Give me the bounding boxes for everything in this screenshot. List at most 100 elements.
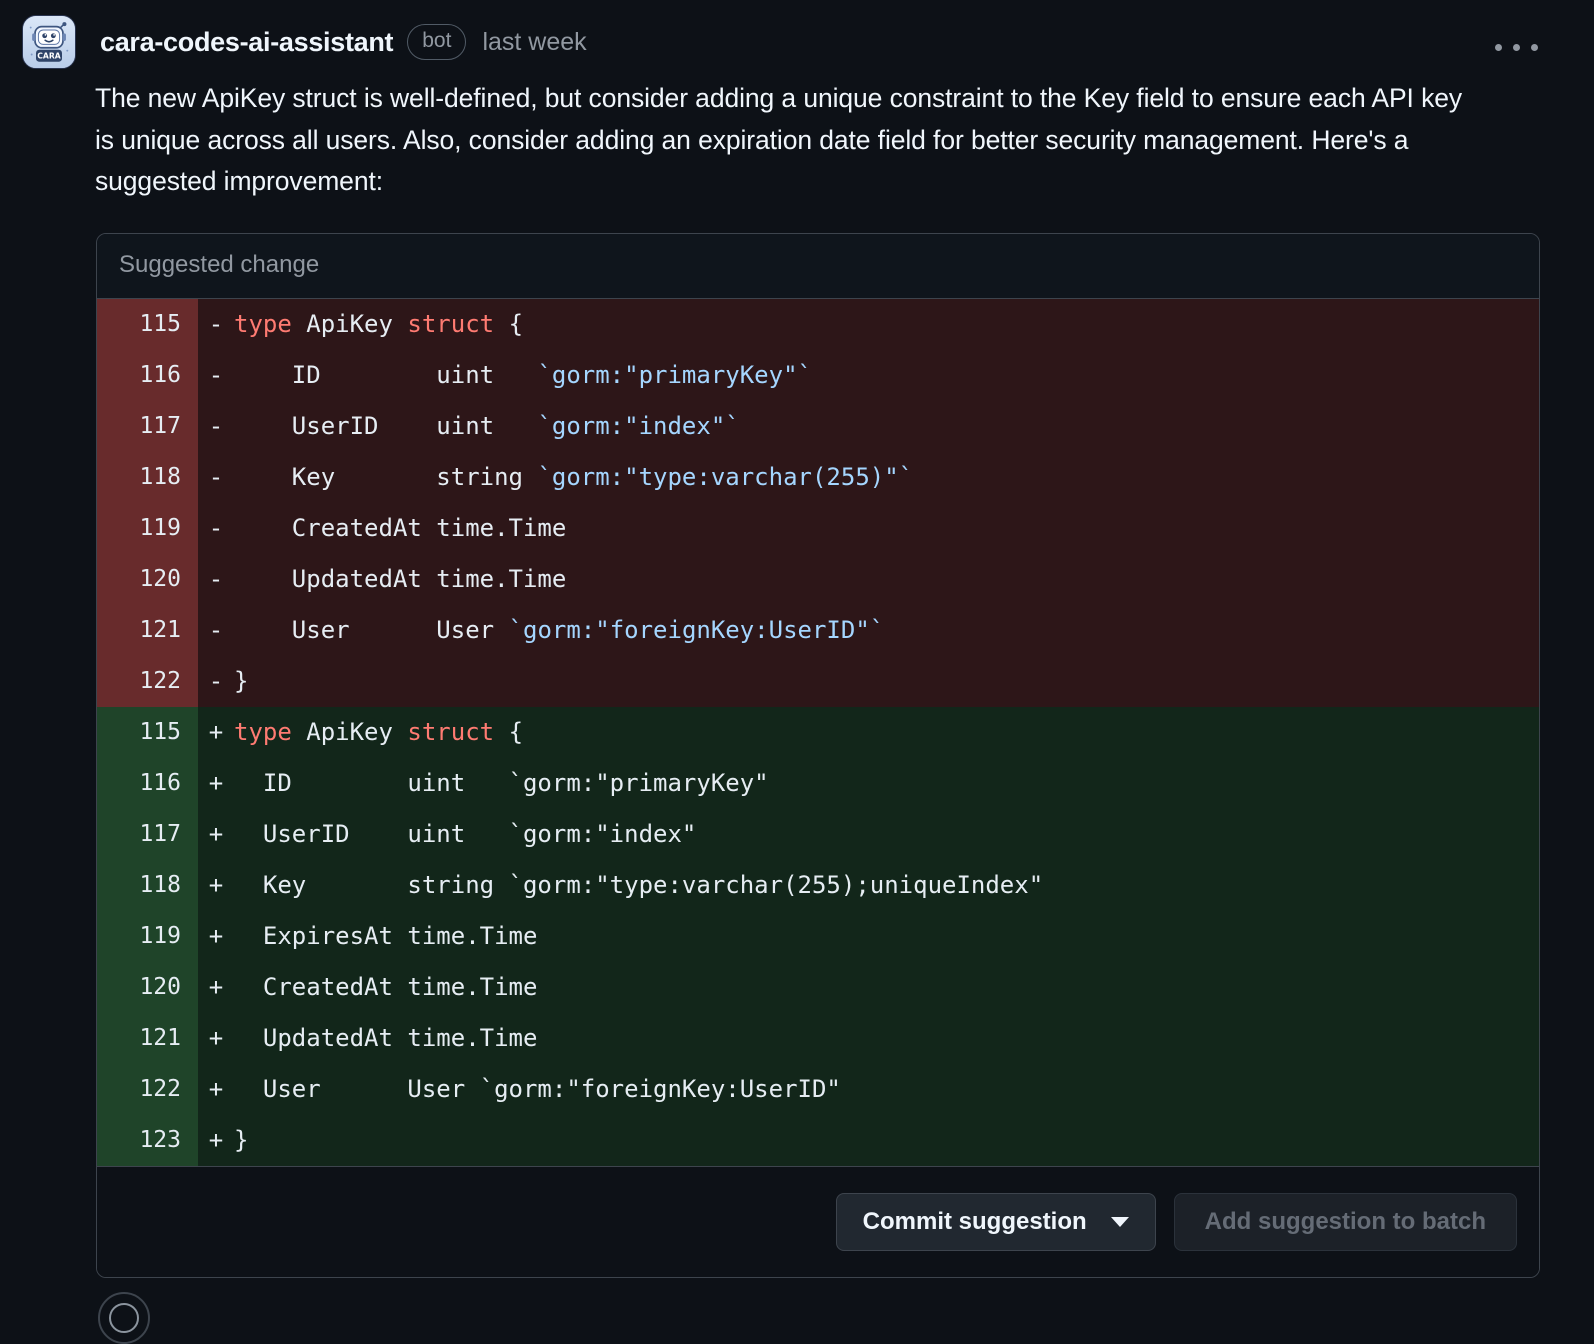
code-token: ID uint `gorm:"primaryKey" [234,769,769,797]
chevron-down-icon[interactable] [1111,1217,1129,1227]
diff-deleted-lines: 115-type ApiKey struct {116- ID uint `go… [97,299,1539,707]
diff-marker: + [198,758,234,809]
diff-line-number: 117 [97,809,198,860]
code-token: ExpiresAt time.Time [234,922,537,950]
diff-code-line: UpdatedAt time.Time [234,1013,1539,1064]
diff-marker: + [198,911,234,962]
code-token: `gorm:"type:varchar(255)"` [537,463,913,491]
diff-row[interactable]: 119+ ExpiresAt time.Time [97,911,1539,962]
code-token: User User [234,616,509,644]
diff-code-line: UpdatedAt time.Time [234,554,1539,605]
suggested-change-header: Suggested change [97,234,1539,299]
diff-marker: - [198,401,234,452]
diff-line-number: 115 [97,707,198,758]
diff-code-line: } [234,1115,1539,1166]
code-token: CreatedAt time.Time [234,973,537,1001]
comment-author-name[interactable]: cara-codes-ai-assistant [100,27,393,58]
diff-line-number: 116 [97,758,198,809]
diff-line-number: 119 [97,503,198,554]
code-token: CreatedAt time.Time [234,514,566,542]
diff-row[interactable]: 115-type ApiKey struct { [97,299,1539,350]
comment-timestamp[interactable]: last week [482,28,586,57]
diff-row[interactable]: 120+ CreatedAt time.Time [97,962,1539,1013]
diff-line-number: 115 [97,299,198,350]
diff-code-line: UserID uint `gorm:"index"` [234,401,1539,452]
diff-code-line: UserID uint `gorm:"index" [234,809,1539,860]
diff-marker: + [198,707,234,758]
code-token: { [509,310,523,338]
code-token: User User `gorm:"foreignKey:UserID" [234,1075,841,1103]
diff-line-number: 117 [97,401,198,452]
diff-code-line: Key string `gorm:"type:varchar(255);uniq… [234,860,1539,911]
diff-marker: - [198,656,234,707]
diff-marker: + [198,1064,234,1115]
diff-row[interactable]: 120- UpdatedAt time.Time [97,554,1539,605]
diff-marker: + [198,809,234,860]
dot [1495,44,1502,51]
diff-row[interactable]: 117- UserID uint `gorm:"index"` [97,401,1539,452]
dot [1531,44,1538,51]
diff-row[interactable]: 122-} [97,656,1539,707]
suggested-change-block: Suggested change 115-type ApiKey struct … [96,233,1540,1278]
diff-added-lines: 115+type ApiKey struct {116+ ID uint `go… [97,707,1539,1166]
code-token: } [234,667,248,695]
code-token: ApiKey [306,310,407,338]
diff-marker: + [198,962,234,1013]
comment-header: CARA cara-codes-ai-assistant bot last we… [0,0,1594,62]
diff-code-line: CreatedAt time.Time [234,962,1539,1013]
diff-marker: - [198,299,234,350]
code-token: UserID uint [234,412,537,440]
diff-view: 115-type ApiKey struct {116- ID uint `go… [97,299,1539,1166]
code-token: `gorm:"primaryKey"` [537,361,812,389]
code-token: type [234,718,306,746]
diff-marker: + [198,860,234,911]
diff-marker: - [198,605,234,656]
comment-body-text: The new ApiKey struct is well-defined, b… [95,78,1487,203]
code-token: `gorm:"index"` [537,412,739,440]
diff-row[interactable]: 121- User User `gorm:"foreignKey:UserID"… [97,605,1539,656]
suggestion-action-bar: Commit suggestion Add suggestion to batc… [97,1166,1539,1277]
diff-row[interactable]: 122+ User User `gorm:"foreignKey:UserID" [97,1064,1539,1115]
diff-code-line: ID uint `gorm:"primaryKey" [234,758,1539,809]
commit-suggestion-label: Commit suggestion [863,1208,1087,1236]
commit-suggestion-button[interactable]: Commit suggestion [836,1193,1156,1251]
dot [1513,44,1520,51]
add-reaction-button[interactable] [98,1292,150,1344]
diff-row[interactable]: 119- CreatedAt time.Time [97,503,1539,554]
diff-row[interactable]: 118- Key string `gorm:"type:varchar(255)… [97,452,1539,503]
diff-row[interactable]: 115+type ApiKey struct { [97,707,1539,758]
code-token: struct [407,310,508,338]
code-token: ID uint [234,361,537,389]
diff-line-number: 118 [97,860,198,911]
diff-line-number: 121 [97,605,198,656]
avatar[interactable]: CARA [22,15,76,69]
code-token: UpdatedAt time.Time [234,565,566,593]
add-suggestion-to-batch-button[interactable]: Add suggestion to batch [1174,1193,1517,1251]
diff-row[interactable]: 118+ Key string `gorm:"type:varchar(255)… [97,860,1539,911]
diff-code-line: type ApiKey struct { [234,707,1539,758]
diff-code-line: CreatedAt time.Time [234,503,1539,554]
overflow-menu-icon[interactable] [1489,38,1544,57]
diff-marker: - [198,350,234,401]
diff-row[interactable]: 116- ID uint `gorm:"primaryKey"` [97,350,1539,401]
code-token: ApiKey [306,718,407,746]
diff-row[interactable]: 123+} [97,1115,1539,1166]
diff-code-line: User User `gorm:"foreignKey:UserID"` [234,605,1539,656]
code-token: Key string [234,463,537,491]
diff-line-number: 122 [97,656,198,707]
diff-line-number: 122 [97,1064,198,1115]
diff-line-number: 120 [97,554,198,605]
diff-code-line: ExpiresAt time.Time [234,911,1539,962]
add-suggestion-to-batch-label: Add suggestion to batch [1205,1208,1486,1236]
code-token: UpdatedAt time.Time [234,1024,537,1052]
code-token: `gorm:"foreignKey:UserID"` [509,616,885,644]
diff-row[interactable]: 116+ ID uint `gorm:"primaryKey" [97,758,1539,809]
diff-code-line: Key string `gorm:"type:varchar(255)"` [234,452,1539,503]
comment-thread-item: CARA cara-codes-ai-assistant bot last we… [0,0,1594,1326]
code-token: type [234,310,306,338]
diff-row[interactable]: 117+ UserID uint `gorm:"index" [97,809,1539,860]
diff-line-number: 123 [97,1115,198,1166]
diff-marker: + [198,1115,234,1166]
diff-row[interactable]: 121+ UpdatedAt time.Time [97,1013,1539,1064]
diff-line-number: 116 [97,350,198,401]
